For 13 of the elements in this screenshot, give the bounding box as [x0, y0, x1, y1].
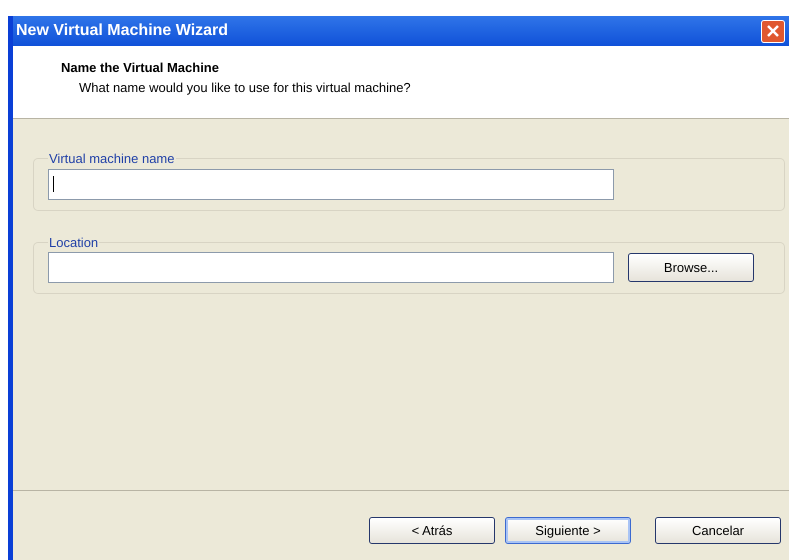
wizard-button[interactable]: < Atrás [369, 517, 495, 544]
header-subtitle: What name would you like to use for this virtual machine? [78, 78, 412, 97]
wizard-button[interactable]: Siguiente > [505, 517, 631, 544]
group-label: Location [48, 234, 100, 252]
header-title: Name the Virtual Machine [61, 59, 220, 77]
browse-button[interactable]: Browse... [628, 253, 754, 282]
text-field[interactable] [48, 168, 614, 200]
close-button[interactable] [761, 20, 785, 42]
wizard-button[interactable]: Cancelar [655, 517, 781, 544]
window-title: New Virtual Machine Wizard [16, 21, 228, 41]
close-icon [766, 24, 780, 38]
group-label: Virtual machine name [48, 150, 176, 168]
text-field[interactable] [48, 252, 614, 283]
